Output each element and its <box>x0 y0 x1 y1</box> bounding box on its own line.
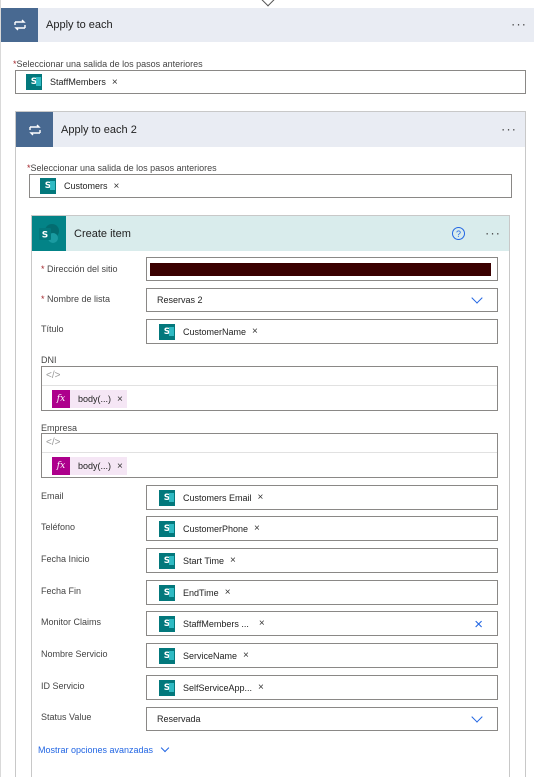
apply-to-each-title: Apply to each <box>46 19 113 31</box>
email-label: Email <box>41 491 64 501</box>
sharepoint-logo-icon: S <box>32 216 66 251</box>
remove-token-icon[interactable]: × <box>117 461 123 472</box>
sharepoint-icon: S <box>159 615 175 632</box>
remove-token-icon[interactable]: × <box>117 394 123 405</box>
sharepoint-icon: S <box>26 74 42 90</box>
token-body-expression[interactable]: fx body(...) × <box>52 457 127 475</box>
id-servicio-field[interactable]: S SelfServiceApp... × <box>146 675 498 700</box>
select-output-field[interactable]: S StaffMembers × <box>15 70 526 94</box>
select-output-label: *Seleccionar una salida de los pasos ant… <box>13 59 203 69</box>
titulo-field[interactable]: S CustomerName × <box>146 319 498 344</box>
dni-field[interactable]: </> fx body(...) × <box>41 366 498 411</box>
create-item-header[interactable]: S Create item ? ··· <box>32 216 509 251</box>
chevron-down-icon <box>471 711 483 723</box>
token-staffmembers[interactable]: S StaffMembers ... × <box>159 615 269 633</box>
loop-icon <box>16 112 53 147</box>
token-customername[interactable]: S CustomerName × <box>159 323 262 341</box>
token-selfserviceapp[interactable]: S SelfServiceApp... × <box>159 679 268 697</box>
token-endtime[interactable]: S EndTime × <box>159 584 235 602</box>
list-name-dropdown[interactable]: Reservas 2 <box>146 288 498 312</box>
chevron-down-icon <box>160 743 170 753</box>
token-staffmembers[interactable]: S StaffMembers × <box>26 73 122 91</box>
fx-icon: fx <box>52 390 70 408</box>
remove-token-icon[interactable]: × <box>112 77 118 88</box>
site-address-redacted <box>150 263 491 276</box>
connector-arrow-icon <box>259 0 277 7</box>
code-view-icon[interactable]: </> <box>42 434 497 453</box>
id-servicio-label: ID Servicio <box>41 681 85 691</box>
status-value: Reservada <box>157 714 201 724</box>
sharepoint-icon: S <box>159 489 175 506</box>
token-body-expression[interactable]: fx body(...) × <box>52 390 127 408</box>
sharepoint-icon: S <box>159 647 175 664</box>
create-item-title: Create item <box>74 227 131 240</box>
sharepoint-icon: S <box>159 584 175 601</box>
nombre-servicio-label: Nombre Servicio <box>41 649 108 659</box>
sharepoint-icon: S <box>159 552 175 569</box>
telefono-label: Teléfono <box>41 522 76 532</box>
titulo-label: Título <box>41 324 64 334</box>
site-address-label: * Dirección del sitio <box>41 264 118 274</box>
list-name-label: * Nombre de lista <box>41 294 111 304</box>
apply-to-each-header[interactable]: Apply to each ··· <box>1 8 534 42</box>
remove-token-icon[interactable]: × <box>258 682 264 693</box>
site-address-field[interactable] <box>146 257 498 281</box>
select-output-field[interactable]: S Customers × <box>29 174 512 198</box>
fecha-inicio-label: Fecha Inicio <box>41 554 90 564</box>
remove-token-icon[interactable]: × <box>258 492 264 503</box>
fecha-inicio-field[interactable]: S Start Time × <box>146 548 498 573</box>
more-options-icon[interactable]: ··· <box>511 17 527 32</box>
remove-token-icon[interactable]: × <box>243 650 249 661</box>
remove-token-icon[interactable]: × <box>225 587 231 598</box>
nombre-servicio-field[interactable]: S ServiceName × <box>146 643 498 668</box>
fecha-fin-label: Fecha Fin <box>41 586 82 596</box>
show-advanced-options-link[interactable]: Mostrar opciones avanzadas <box>38 743 170 755</box>
email-field[interactable]: S Customers Email × <box>146 485 498 510</box>
token-customers[interactable]: S Customers × <box>40 177 123 195</box>
token-servicename[interactable]: S ServiceName × <box>159 647 253 665</box>
loop-icon <box>1 8 38 42</box>
token-customers-email[interactable]: S Customers Email × <box>159 489 267 507</box>
more-options-icon[interactable]: ··· <box>485 225 501 240</box>
chevron-down-icon <box>471 292 483 304</box>
code-view-icon[interactable]: </> <box>42 367 497 386</box>
remove-token-icon[interactable]: × <box>230 555 236 566</box>
clear-field-icon[interactable]: × <box>474 616 483 633</box>
help-icon[interactable]: ? <box>452 227 465 240</box>
status-value-label: Status Value <box>41 712 92 722</box>
select-output-label: *Seleccionar una salida de los pasos ant… <box>27 163 217 173</box>
list-name-value: Reservas 2 <box>157 295 203 305</box>
more-options-icon[interactable]: ··· <box>501 121 517 136</box>
remove-token-icon[interactable]: × <box>114 181 120 192</box>
empresa-label: Empresa <box>41 423 78 433</box>
svg-text:S: S <box>42 230 48 240</box>
remove-token-icon[interactable]: × <box>252 326 258 337</box>
dni-label: DNI <box>41 355 57 365</box>
monitor-claims-label: Monitor Claims <box>41 617 102 627</box>
sharepoint-icon: S <box>40 178 56 194</box>
apply-to-each-2-title: Apply to each 2 <box>61 123 137 136</box>
sharepoint-icon: S <box>159 520 175 537</box>
apply-to-each-2-header[interactable]: Apply to each 2 ··· <box>16 112 525 147</box>
apply-to-each-card: Apply to each ··· *Seleccionar una salid… <box>0 0 534 777</box>
token-start-time[interactable]: S Start Time × <box>159 552 240 570</box>
empresa-field[interactable]: </> fx body(...) × <box>41 433 498 478</box>
fx-icon: fx <box>52 457 70 475</box>
sharepoint-icon: S <box>159 679 175 696</box>
fecha-fin-field[interactable]: S EndTime × <box>146 580 498 605</box>
telefono-field[interactable]: S CustomerPhone × <box>146 516 498 541</box>
status-value-dropdown[interactable]: Reservada <box>146 707 498 731</box>
remove-token-icon[interactable]: × <box>259 618 265 629</box>
monitor-claims-field[interactable]: S StaffMembers ... × × <box>146 611 498 636</box>
token-customerphone[interactable]: S CustomerPhone × <box>159 520 264 538</box>
sharepoint-icon: S <box>159 323 175 340</box>
remove-token-icon[interactable]: × <box>254 523 260 534</box>
